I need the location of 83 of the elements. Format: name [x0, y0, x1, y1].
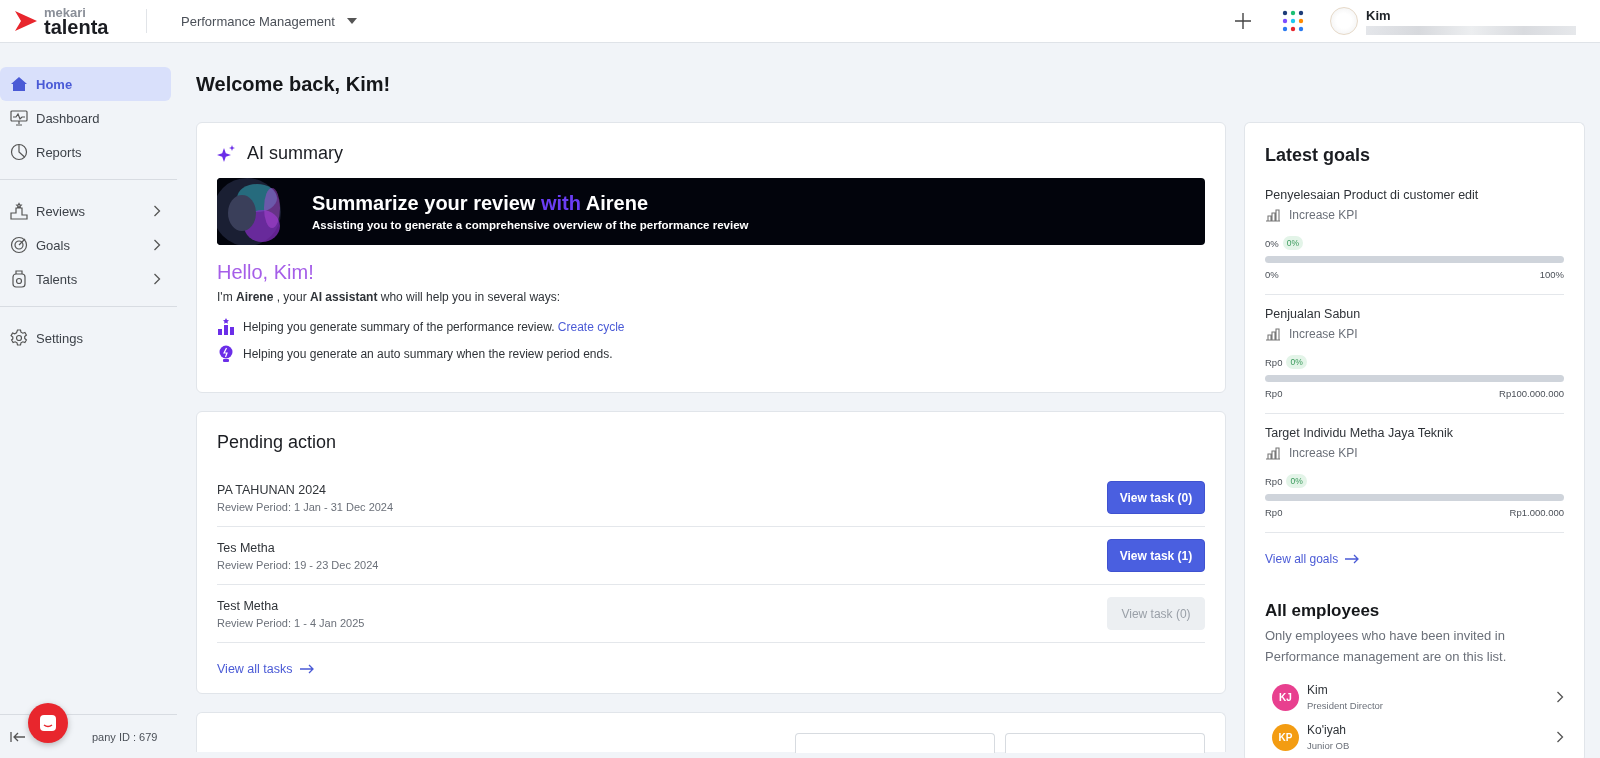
logo-text: talenta — [44, 16, 109, 37]
sidebar-item[interactable]: Reports — [0, 135, 171, 169]
goal-name: Target Individu Metha Jaya Teknik — [1265, 426, 1455, 440]
task-period: Review Period: 1 - 4 Jan 2025 — [217, 616, 366, 629]
range-max: Rp1.000.000 — [1509, 507, 1564, 518]
collapse-icon — [10, 730, 26, 743]
range-min: Rp0 — [1265, 507, 1283, 518]
range-min: Rp0 — [1265, 388, 1283, 399]
caret-down-icon — [346, 18, 357, 24]
pie-chart-icon — [10, 143, 28, 161]
intro-text: I'm Airene , your AI assistant who will help you in several ways: — [217, 290, 562, 304]
card-title: AI summary — [247, 143, 343, 164]
bar-chart-icon — [1265, 327, 1281, 341]
user-name: Kim — [1366, 7, 1392, 23]
employee-avatar: KP — [1272, 723, 1299, 751]
employee-role: Junior OB — [1307, 740, 1351, 751]
chat-button[interactable] — [28, 703, 68, 743]
page-title: Welcome back, Kim! — [196, 73, 392, 96]
card-title: Latest goals — [1265, 145, 1372, 166]
home-icon — [10, 76, 28, 92]
goal-type: Increase KPI — [1289, 327, 1358, 341]
employee-row[interactable]: KP Ko'iyah Junior OB — [1265, 717, 1564, 757]
employee-name: Kim — [1307, 683, 1329, 697]
bar-chart-icon — [1265, 208, 1281, 222]
progress-badge: 0% — [1286, 474, 1307, 488]
goal-current: Rp0 — [1265, 356, 1283, 368]
task-period: Review Period: 19 - 23 Dec 2024 — [217, 558, 380, 571]
monitor-icon — [10, 110, 28, 126]
chevron-right-icon — [1556, 731, 1564, 743]
logo-icon — [14, 10, 38, 32]
feature-text: Helping you generate summary of the performance review. Create cycle — [243, 320, 625, 334]
progress-badge: 0% — [1282, 236, 1304, 250]
goal-current: Rp0 — [1265, 475, 1283, 487]
module-dropdown[interactable]: Performance Management — [181, 13, 357, 29]
lightbulb-icon — [217, 345, 235, 363]
view-task-button[interactable]: View task (1) — [1107, 539, 1205, 572]
employee-role: President Director — [1307, 700, 1385, 711]
task-name: Test Metha — [217, 598, 280, 613]
create-cycle-link[interactable]: Create cycle — [557, 320, 625, 334]
arrow-right-icon — [1344, 554, 1361, 564]
settings-icon — [10, 329, 28, 347]
employee-name: Ko'iyah — [1307, 723, 1347, 737]
banner-title: Summarize your review with Airene — [312, 192, 650, 215]
employee-row[interactable]: KJ Kim President Director — [1265, 677, 1564, 717]
arrow-right-icon — [298, 664, 315, 674]
chat-icon — [39, 714, 57, 732]
badge-icon — [10, 270, 28, 288]
employee-avatar: KJ — [1272, 683, 1299, 711]
section-description: Only employees who have been invited in Performance management are on this list. — [1265, 627, 1508, 666]
greeting: Hello, Kim! — [217, 261, 315, 284]
sidebar-item[interactable]: Dashboard — [0, 101, 171, 135]
range-min: 0% — [1265, 269, 1279, 280]
view-task-button[interactable]: View task (0) — [1107, 481, 1205, 514]
banner-subtitle: Assisting you to generate a comprehensive overview of the performance review — [312, 219, 749, 231]
task-name: PA TAHUNAN 2024 — [217, 482, 328, 497]
sidebar-item[interactable]: Talents — [0, 262, 171, 296]
feature-text: Helping you generate an auto summary when the review period ends. — [243, 347, 613, 361]
view-all-tasks-link[interactable]: View all tasks — [217, 662, 315, 676]
range-max: 100% — [1539, 269, 1564, 280]
sidebar-item[interactable]: Settings — [0, 321, 171, 355]
bar-chart-icon — [1265, 446, 1281, 460]
goal-type: Increase KPI — [1289, 208, 1358, 222]
card-title: Pending action — [217, 432, 337, 453]
podium-icon — [10, 202, 28, 220]
logo-text: mekari — [44, 5, 86, 19]
section-title: All employees — [1265, 601, 1381, 621]
sidebar-item[interactable]: Home — [0, 67, 171, 101]
goal-type: Increase KPI — [1289, 446, 1358, 460]
task-name: Tes Metha — [217, 540, 276, 555]
target-icon — [10, 236, 28, 254]
view-all-goals-link[interactable]: View all goals — [1265, 552, 1361, 566]
goal-current: 0% — [1265, 237, 1279, 249]
chevron-right-icon — [1556, 691, 1564, 703]
sidebar-item[interactable]: Goals — [0, 228, 171, 262]
sidebar-item[interactable]: Reviews — [0, 194, 171, 228]
task-period: Review Period: 1 Jan - 31 Dec 2024 — [217, 500, 395, 513]
company-id: pany ID : 679 — [92, 730, 158, 743]
sparkle-icon — [217, 143, 237, 164]
podium-icon — [217, 318, 235, 336]
goal-name: Penjualan Sabun — [1265, 307, 1362, 321]
range-max: Rp100.000.000 — [1499, 388, 1564, 399]
goal-name: Penyelesaian Product di customer edit — [1265, 188, 1480, 202]
progress-badge: 0% — [1286, 355, 1307, 369]
